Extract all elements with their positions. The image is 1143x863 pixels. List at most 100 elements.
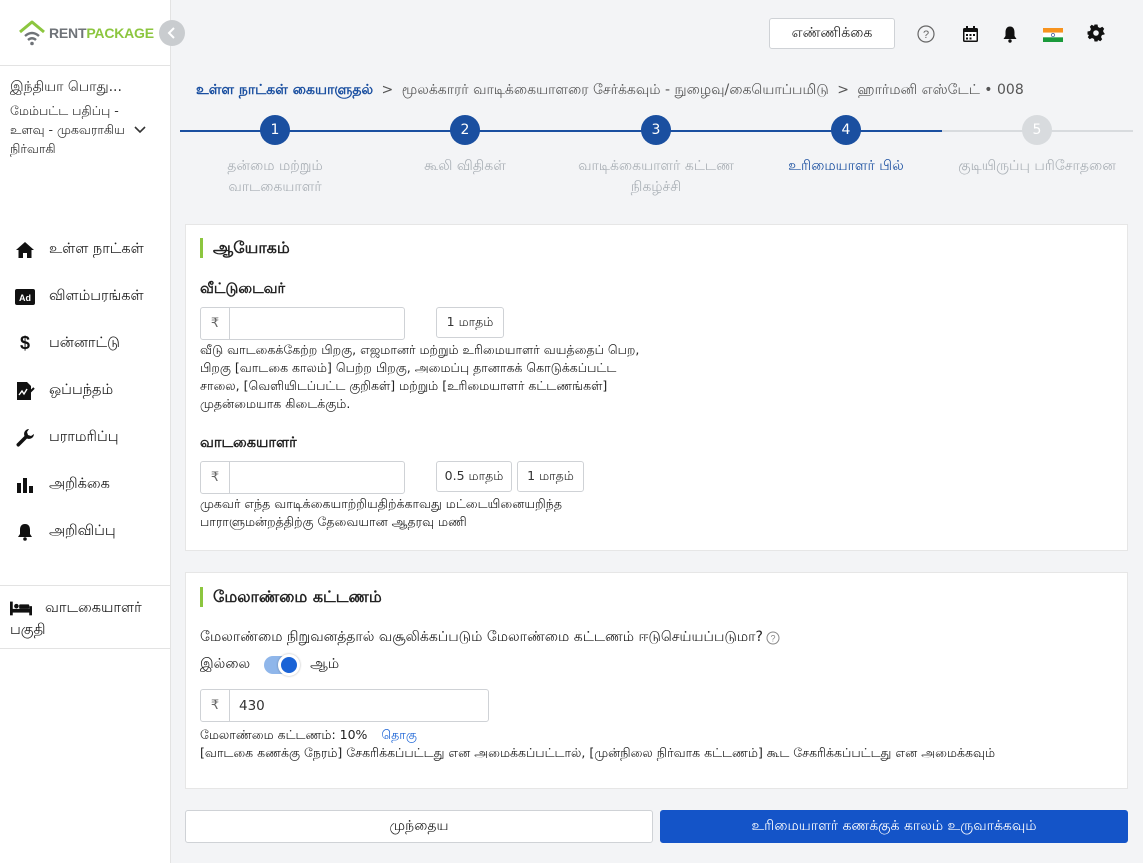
home-icon	[14, 239, 36, 261]
landlord-label: வீட்டுடைவர்	[200, 281, 286, 297]
rupee-icon: ₹	[201, 308, 230, 339]
step-1[interactable]: 1 தன்மை மற்றும் வாடகையாளர்	[180, 115, 370, 198]
tenant-label: வாடகையாளர்	[200, 435, 297, 451]
nav-item-tenant-area[interactable]: வாடகையாளர் பகுதி	[10, 597, 170, 641]
nav-item-home[interactable]: உள்ள நாட்கள்	[0, 226, 170, 273]
bed-icon	[10, 597, 32, 619]
count-button[interactable]: எண்ணிக்கை	[769, 18, 895, 49]
input-value	[230, 308, 404, 339]
logo[interactable]: RENTPACKAGE	[18, 20, 154, 46]
nav-label: உள்ள நாட்கள்	[49, 240, 144, 257]
fee-text: மேலாண்மை கட்டணம்: 10%	[200, 727, 368, 742]
step-number: 4	[831, 115, 861, 145]
management-note: [வாடகை கணக்கு நேரம்] சேகரிக்கப்பட்டது என…	[200, 745, 996, 760]
gear-icon[interactable]	[1086, 23, 1106, 43]
nav-label: அறிக்கை	[49, 475, 110, 492]
step-number: 1	[260, 115, 290, 145]
rupee-icon: ₹	[201, 462, 230, 493]
svg-text:?: ?	[923, 29, 929, 41]
user-block[interactable]: இந்தியா பொது... மேம்பட்ட பதிப்பு - உளவு …	[10, 77, 160, 158]
chevron-down-icon[interactable]	[132, 121, 148, 137]
input-value	[230, 462, 404, 493]
nav-item-reports[interactable]: அறிக்கை	[0, 461, 170, 508]
contract-icon	[14, 380, 36, 402]
management-fee-input[interactable]: ₹ 430	[200, 689, 489, 722]
nav-item-notifications[interactable]: அறிவிப்பு	[0, 508, 170, 555]
sidebar: RENTPACKAGE இந்தியா பொது... மேம்பட்ட பதி…	[0, 0, 171, 863]
brand-name: RENTPACKAGE	[49, 25, 154, 41]
breadcrumb-separator: >	[837, 82, 849, 98]
progress-stepper: 1 தன்மை மற்றும் வாடகையாளர் 2 கூலி விதிகள…	[180, 115, 1133, 205]
bell-icon[interactable]	[1000, 24, 1020, 44]
user-role: மேம்பட்ட பதிப்பு - உளவு - முகவராகிய நிர்…	[10, 103, 125, 156]
input-value: 430	[239, 697, 265, 714]
nav-label: ஒப்பந்தம்	[49, 381, 114, 398]
topbar: எண்ணிக்கை ?	[171, 0, 1143, 66]
step-number: 2	[450, 115, 480, 145]
breadcrumb-link[interactable]: உள்ள நாட்கள் கையாளுதல்	[196, 82, 373, 98]
nav-item-finance[interactable]: $ பன்னாட்டு	[0, 320, 170, 367]
main-nav: உள்ள நாட்கள் Ad விளம்பரங்கள் $ பன்னாட்டு…	[0, 226, 170, 555]
landlord-chip-1-month[interactable]: 1 மாதம்	[436, 307, 504, 338]
management-fee-card: மேலாண்மை கட்டணம் மேலாண்மை நிறுவனத்தால் வ…	[185, 572, 1128, 789]
breadcrumb: உள்ள நாட்கள் கையாளுதல் > மூலக்காரர் வாடி…	[196, 82, 1024, 100]
fee-info: மேலாண்மை கட்டணம்: 10% தொகு	[200, 727, 417, 744]
rupee-icon: ₹	[201, 690, 230, 721]
card-title: ஆயோகம்	[200, 238, 290, 258]
divider	[0, 648, 170, 649]
step-4[interactable]: 4 உரிமையாளர் பில்	[751, 115, 941, 177]
toggle-yes-label: ஆம்	[310, 656, 340, 672]
help-icon[interactable]: ?	[916, 24, 936, 44]
bell-icon	[14, 521, 36, 543]
house-wifi-logo-icon	[19, 20, 45, 46]
tenant-chip-1-month[interactable]: 1 மாதம்	[517, 461, 584, 492]
ad-icon: Ad	[14, 286, 36, 308]
chart-icon	[14, 474, 36, 496]
calendar-icon[interactable]	[960, 24, 980, 44]
step-label: தன்மை மற்றும் வாடகையாளர்	[227, 158, 323, 195]
step-5[interactable]: 5 குடியிருப்பு பரிசோதனை	[942, 115, 1132, 177]
commission-card: ஆயோகம் வீட்டுடைவர் ₹ 1 மாதம் வீடு வாடகைக…	[185, 224, 1128, 551]
breadcrumb-separator: >	[381, 82, 394, 98]
nav-item-ads[interactable]: Ad விளம்பரங்கள்	[0, 273, 170, 320]
tenant-chip-half-month[interactable]: 0.5 மாதம்	[436, 461, 512, 492]
step-label: வாடிக்கையாளர் கட்டண நிகழ்ச்சி	[578, 158, 734, 195]
collapse-sidebar-button[interactable]	[159, 20, 185, 46]
nav-item-maintenance[interactable]: பராமரிப்பு	[0, 414, 170, 461]
india-flag-icon[interactable]	[1043, 25, 1063, 45]
landlord-commission-input[interactable]: ₹	[200, 307, 405, 340]
step-label: குடியிருப்பு பரிசோதனை	[958, 158, 1116, 174]
question-text: மேலாண்மை நிறுவனத்தால் வசூலிக்கப்படும் மே…	[200, 629, 763, 645]
step-number: 5	[1022, 115, 1052, 145]
reimburse-toggle[interactable]	[264, 654, 301, 676]
step-label: உரிமையாளர் பில்	[788, 158, 904, 174]
tenant-help-text: முகவர் எந்த வாடிக்கையாற்றியதிற்க்காவது ம…	[200, 496, 562, 529]
nav-label: விளம்பரங்கள்	[49, 287, 144, 304]
nav-item-contract[interactable]: ஒப்பந்தம்	[0, 367, 170, 414]
step-number: 3	[641, 115, 671, 145]
step-label: கூலி விதிகள்	[424, 158, 506, 174]
create-owner-statement-button[interactable]: உரிமையாளர் கணக்குக் காலம் உருவாக்கவும்	[660, 810, 1128, 843]
logo-row: RENTPACKAGE	[0, 0, 170, 66]
nav-label: வாடகையாளர்	[45, 600, 142, 616]
reimburse-toggle-row: இல்லை ஆம்	[200, 654, 340, 676]
step-3[interactable]: 3 வாடிக்கையாளர் கட்டண நிகழ்ச்சி	[561, 115, 751, 198]
tenant-commission-input[interactable]: ₹	[200, 461, 405, 494]
toggle-knob	[278, 654, 301, 676]
nav-label: பன்னாட்டு	[49, 334, 120, 351]
svg-text:?: ?	[770, 634, 775, 644]
landlord-help-text: வீடு வாடகைக்கேற்ற பிறகு, எஜமானர் மற்றும்…	[200, 342, 640, 411]
edit-fee-link[interactable]: தொகு	[381, 727, 416, 742]
dollar-icon: $	[19, 333, 30, 353]
divider	[0, 585, 170, 586]
breadcrumb-current: ஹார்மனி எஸ்டேட் • 008	[857, 82, 1024, 98]
toggle-no-label: இல்லை	[200, 656, 251, 672]
help-icon[interactable]: ?	[766, 631, 780, 645]
svg-text:Ad: Ad	[19, 293, 31, 303]
nav-label: பராமரிப்பு	[49, 428, 119, 445]
user-org: இந்தியா பொது...	[10, 79, 122, 95]
previous-button[interactable]: முந்தைய	[185, 810, 653, 843]
step-2[interactable]: 2 கூலி விதிகள்	[370, 115, 560, 177]
breadcrumb-middle: மூலக்காரர் வாடிக்கையாளரை சேர்க்கவும் - ந…	[401, 82, 829, 98]
chevron-left-icon	[167, 27, 175, 39]
